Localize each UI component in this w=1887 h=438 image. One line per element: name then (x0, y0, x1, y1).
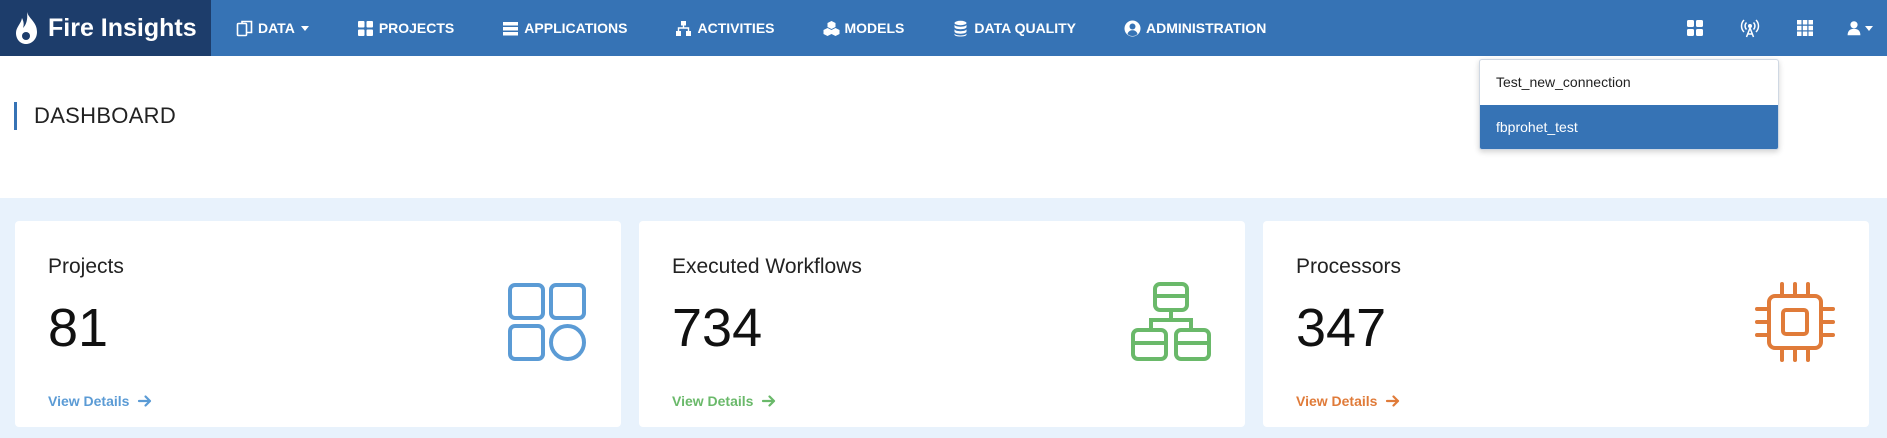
card-title: Processors (1296, 255, 1402, 278)
nav-item-label: DATA (258, 20, 295, 36)
user-menu-button[interactable] (1832, 0, 1887, 56)
database-icon (954, 20, 967, 36)
main-nav: DATA PROJECTS APPLICATIONS ACTIVITIES MO… (211, 0, 1314, 56)
nav-item-data[interactable]: DATA (236, 0, 309, 56)
applications-icon (503, 21, 519, 35)
nav-item-activities[interactable]: ACTIVITIES (675, 0, 775, 56)
nav-item-label: ACTIVITIES (697, 20, 775, 36)
chevron-down-icon (1865, 25, 1873, 31)
link-label: View Details (1296, 393, 1378, 409)
nav-item-label: DATA QUALITY (974, 20, 1077, 36)
data-icon (236, 20, 253, 36)
apps-grid-icon (1796, 20, 1813, 36)
dropdown-item-test-new-connection[interactable]: Test_new_connection (1480, 60, 1778, 105)
processor-chip-icon (1755, 282, 1835, 362)
chevron-down-icon (300, 25, 309, 31)
projects-card: Projects 81 View Details (15, 221, 621, 427)
card-title: Projects (48, 255, 124, 278)
workflow-sitemap-icon (1131, 282, 1211, 361)
link-label: View Details (672, 393, 754, 409)
nav-item-models[interactable]: MODELS (823, 0, 905, 56)
page-title: DASHBOARD (14, 102, 176, 130)
brand-logo[interactable]: Fire Insights (0, 0, 211, 56)
nav-item-applications[interactable]: APPLICATIONS (502, 0, 627, 56)
executed-workflows-card: Executed Workflows 734 View Details (639, 221, 1245, 427)
connections-button[interactable] (1722, 0, 1777, 56)
brand-name: Fire Insights (48, 13, 197, 42)
card-title: Executed Workflows (672, 255, 862, 278)
view-details-link[interactable]: View Details (672, 393, 777, 409)
dropdown-item-fbprohet-test[interactable]: fbprohet_test (1480, 105, 1778, 149)
nav-item-label: ADMINISTRATION (1146, 20, 1267, 36)
nav-item-label: APPLICATIONS (524, 20, 628, 36)
nav-right-icons (1667, 0, 1887, 56)
link-label: View Details (48, 393, 130, 409)
nav-item-label: PROJECTS (378, 20, 455, 36)
card-value: 81 (48, 298, 109, 358)
top-navbar: Fire Insights DATA PROJECTS APPLICATIONS… (0, 0, 1887, 56)
view-details-link[interactable]: View Details (1296, 393, 1401, 409)
card-value: 734 (672, 298, 763, 358)
projects-icon (357, 20, 373, 36)
user-circle-icon (1124, 20, 1141, 36)
projects-shapes-icon (508, 283, 586, 361)
nav-item-administration[interactable]: ADMINISTRATION (1124, 0, 1266, 56)
arrow-right-icon (138, 395, 152, 407)
models-icon (823, 20, 839, 36)
view-details-link[interactable]: View Details (48, 393, 153, 409)
broadcast-icon (1740, 19, 1759, 38)
dashboard-grid-icon (1686, 20, 1703, 36)
arrow-right-icon (762, 395, 776, 407)
dashboard-content: Projects 81 View Details Executed Workfl… (0, 198, 1887, 438)
nav-item-projects[interactable]: PROJECTS (357, 0, 454, 56)
connection-dropdown: Test_new_connection fbprohet_test (1479, 59, 1779, 150)
activities-icon (676, 20, 692, 36)
arrow-right-icon (1386, 395, 1400, 407)
flame-icon (16, 12, 37, 44)
card-value: 347 (1296, 298, 1387, 358)
apps-button[interactable] (1777, 0, 1832, 56)
processors-card: Processors 347 View Details (1263, 221, 1869, 427)
dashboard-button[interactable] (1667, 0, 1722, 56)
user-icon (1847, 21, 1861, 36)
nav-item-data-quality[interactable]: DATA QUALITY (952, 0, 1076, 56)
nav-item-label: MODELS (844, 20, 905, 36)
